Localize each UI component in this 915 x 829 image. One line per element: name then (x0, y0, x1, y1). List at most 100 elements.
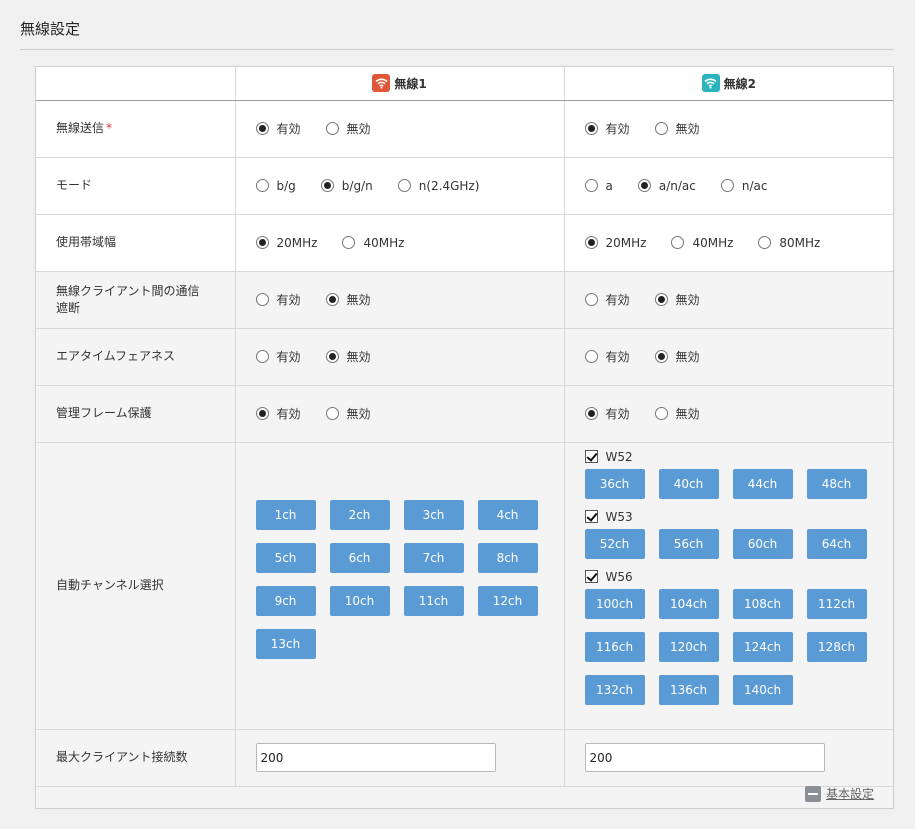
radio-option[interactable]: 有効 (255, 291, 301, 308)
radio-button[interactable] (654, 407, 668, 420)
radio-option[interactable]: 有効 (255, 120, 301, 137)
channel-row: 9ch 10ch 11ch 12ch (255, 585, 565, 629)
radio-button[interactable] (654, 293, 668, 306)
channel-button[interactable]: 64ch (806, 528, 867, 559)
radio-option[interactable]: 有効 (584, 405, 630, 422)
radio-option[interactable]: 無効 (654, 348, 700, 365)
radio-option[interactable]: 有効 (584, 348, 630, 365)
radio-button[interactable] (584, 122, 598, 135)
radio-option[interactable]: 無効 (325, 348, 371, 365)
radio-button[interactable] (584, 179, 598, 192)
radio-button[interactable] (255, 350, 269, 363)
radio-option[interactable]: 無効 (325, 291, 371, 308)
channel-button[interactable]: 7ch (403, 542, 464, 573)
channel-button[interactable]: 8ch (477, 542, 538, 573)
band-checkbox[interactable] (584, 450, 598, 463)
radio-button[interactable] (397, 179, 411, 192)
channel-button[interactable]: 140ch (732, 674, 793, 705)
radio-button[interactable] (255, 293, 269, 306)
radio-option[interactable]: 無効 (325, 405, 371, 422)
radio-option[interactable]: a/n/ac (637, 179, 696, 193)
radio-option[interactable]: 無効 (654, 405, 700, 422)
row-label: モード (36, 156, 236, 215)
radio-button[interactable] (325, 122, 339, 135)
band-checkbox[interactable] (584, 570, 598, 583)
radio-option[interactable]: 無効 (325, 120, 371, 137)
channel-button[interactable]: 104ch (658, 588, 719, 619)
radio-button[interactable] (255, 179, 269, 192)
channel-button[interactable]: 100ch (584, 588, 645, 619)
channel-button[interactable]: 44ch (732, 468, 793, 499)
channel-button[interactable]: 6ch (329, 542, 390, 573)
radio-button[interactable] (584, 293, 598, 306)
basic-settings-link[interactable]: 基本設定 (826, 785, 874, 802)
radio-option[interactable]: 無効 (654, 291, 700, 308)
band-checkbox[interactable] (584, 510, 598, 523)
radio-option[interactable]: 有効 (584, 291, 630, 308)
radio-button[interactable] (255, 407, 269, 420)
radio-button[interactable] (584, 407, 598, 420)
channel-button[interactable]: 5ch (255, 542, 316, 573)
channel-button[interactable]: 120ch (658, 631, 719, 662)
channel-button[interactable]: 2ch (329, 499, 390, 530)
radio-button[interactable] (325, 407, 339, 420)
channel-button[interactable]: 4ch (477, 499, 538, 530)
channel-button[interactable]: 36ch (584, 468, 645, 499)
channel-button[interactable]: 116ch (584, 631, 645, 662)
row-airtime-fairness: エアタイムフェアネス 有効 無効 有効 無効 (36, 327, 893, 386)
radio-button[interactable] (325, 350, 339, 363)
channel-button[interactable]: 11ch (403, 585, 464, 616)
radio-button[interactable] (584, 350, 598, 363)
radio-button[interactable] (671, 236, 685, 249)
max-clients-input-radio2[interactable] (584, 743, 825, 772)
radio-option[interactable]: b/g (255, 179, 296, 193)
radio-group: 有効 無効 (255, 348, 564, 365)
collapse-icon[interactable] (804, 785, 821, 802)
radio-button[interactable] (584, 236, 598, 249)
radio-option[interactable]: b/g/n (320, 179, 373, 193)
radio-option[interactable]: 無効 (654, 120, 700, 137)
channel-button[interactable]: 48ch (806, 468, 867, 499)
channel-button[interactable]: 10ch (329, 585, 390, 616)
radio-button[interactable] (637, 179, 651, 192)
radio-button[interactable] (758, 236, 772, 249)
channel-button[interactable]: 3ch (403, 499, 464, 530)
channel-button[interactable]: 12ch (477, 585, 538, 616)
channel-button[interactable]: 132ch (584, 674, 645, 705)
radio-option[interactable]: 80MHz (758, 236, 820, 250)
radio-option[interactable]: 20MHz (255, 236, 317, 250)
radio-button[interactable] (325, 293, 339, 306)
channel-button[interactable]: 40ch (658, 468, 719, 499)
channel-button[interactable]: 108ch (732, 588, 793, 619)
radio-option[interactable]: n/ac (720, 179, 767, 193)
radio-option[interactable]: a (584, 179, 613, 193)
radio-button[interactable] (720, 179, 734, 192)
radio-button[interactable] (342, 236, 356, 249)
row-label: エアタイムフェアネス (36, 327, 236, 386)
channel-button[interactable]: 13ch (255, 628, 316, 659)
channel-button[interactable]: 112ch (806, 588, 867, 619)
basic-settings-toggle[interactable]: 基本設定 (804, 785, 874, 802)
channel-button[interactable]: 136ch (658, 674, 719, 705)
radio-option[interactable]: 20MHz (584, 236, 646, 250)
radio-option[interactable]: 有効 (255, 348, 301, 365)
channel-button[interactable]: 124ch (732, 631, 793, 662)
channel-button[interactable]: 52ch (584, 528, 645, 559)
radio-button[interactable] (255, 122, 269, 135)
channel-button[interactable]: 60ch (732, 528, 793, 559)
channel-button[interactable]: 56ch (658, 528, 719, 559)
corner-header (36, 67, 236, 101)
radio-button[interactable] (320, 179, 334, 192)
channel-button[interactable]: 9ch (255, 585, 316, 616)
radio-option[interactable]: 有効 (584, 120, 630, 137)
radio-button[interactable] (654, 122, 668, 135)
radio-option[interactable]: 40MHz (671, 236, 733, 250)
radio-option[interactable]: n(2.4GHz) (397, 179, 479, 193)
channel-button[interactable]: 1ch (255, 499, 316, 530)
radio-option[interactable]: 40MHz (342, 236, 404, 250)
max-clients-input-radio1[interactable] (255, 743, 496, 772)
radio-button[interactable] (255, 236, 269, 249)
radio-button[interactable] (654, 350, 668, 363)
radio-option[interactable]: 有効 (255, 405, 301, 422)
channel-button[interactable]: 128ch (806, 631, 867, 662)
